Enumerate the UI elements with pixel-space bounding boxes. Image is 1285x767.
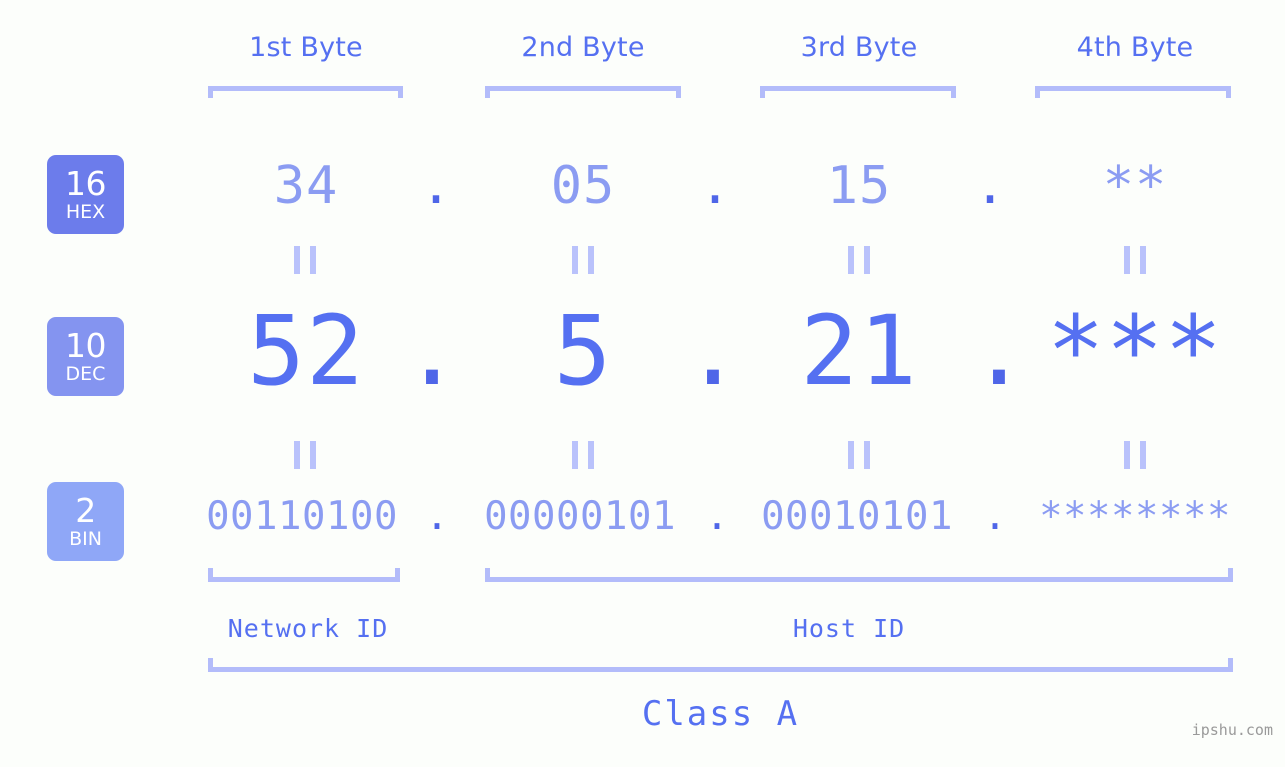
network-id-label: Network ID bbox=[227, 614, 389, 643]
bin-byte-2: 00000101 bbox=[484, 494, 676, 539]
base-badge-bin-name: BIN bbox=[69, 528, 102, 550]
equals-connector-dec-bin-1 bbox=[294, 441, 316, 469]
watermark: ipshu.com bbox=[1191, 721, 1273, 739]
base-badge-dec-number: 10 bbox=[65, 326, 107, 365]
dec-separator-2: . bbox=[684, 295, 742, 407]
dec-byte-4: *** bbox=[1046, 295, 1224, 407]
dec-separator-3: . bbox=[970, 295, 1028, 407]
base-badge-bin-number: 2 bbox=[75, 491, 96, 530]
equals-connector-hex-dec-2 bbox=[572, 246, 594, 274]
bin-byte-3: 00010101 bbox=[761, 494, 953, 539]
equals-connector-hex-dec-4 bbox=[1124, 246, 1146, 274]
base-badge-bin: 2 BIN bbox=[47, 482, 124, 561]
ip-address-diagram: 1st Byte 2nd Byte 3rd Byte 4th Byte 16 H… bbox=[0, 0, 1285, 767]
base-badge-hex-name: HEX bbox=[65, 201, 106, 223]
byte-header-1: 1st Byte bbox=[249, 32, 363, 63]
host-id-label: Host ID bbox=[792, 614, 906, 643]
equals-connector-hex-dec-3 bbox=[848, 246, 870, 274]
byte-header-2: 2nd Byte bbox=[521, 32, 645, 63]
dec-separator-1: . bbox=[403, 295, 461, 407]
dec-byte-1: 52 bbox=[247, 295, 365, 407]
network-id-bracket bbox=[208, 568, 400, 582]
byte-header-3: 3rd Byte bbox=[800, 32, 918, 63]
base-badge-hex: 16 HEX bbox=[47, 155, 124, 234]
hex-byte-1: 34 bbox=[273, 156, 339, 216]
hex-byte-3: 15 bbox=[826, 156, 892, 216]
equals-connector-hex-dec-1 bbox=[294, 246, 316, 274]
dec-byte-3: 21 bbox=[800, 295, 918, 407]
host-id-bracket bbox=[485, 568, 1233, 582]
base-badge-dec-name: DEC bbox=[65, 363, 106, 385]
bin-separator-2: . bbox=[705, 494, 729, 539]
hex-separator-1: . bbox=[420, 156, 452, 216]
hex-separator-3: . bbox=[974, 156, 1006, 216]
bin-separator-1: . bbox=[425, 494, 449, 539]
byte-bracket-top-4 bbox=[1035, 86, 1231, 98]
byte-bracket-top-2 bbox=[485, 86, 681, 98]
equals-connector-dec-bin-2 bbox=[572, 441, 594, 469]
equals-connector-dec-bin-4 bbox=[1124, 441, 1146, 469]
dec-byte-2: 5 bbox=[553, 295, 613, 407]
byte-bracket-top-1 bbox=[208, 86, 403, 98]
hex-separator-2: . bbox=[699, 156, 731, 216]
bin-separator-3: . bbox=[983, 494, 1007, 539]
base-badge-dec: 10 DEC bbox=[47, 317, 124, 396]
byte-header-4: 4th Byte bbox=[1076, 32, 1194, 63]
hex-byte-4: ** bbox=[1102, 156, 1168, 216]
class-label: Class A bbox=[641, 694, 800, 734]
class-bracket bbox=[208, 658, 1233, 672]
byte-bracket-top-3 bbox=[760, 86, 956, 98]
bin-byte-4: ******** bbox=[1039, 494, 1231, 539]
hex-byte-2: 05 bbox=[550, 156, 616, 216]
base-badge-hex-number: 16 bbox=[65, 164, 107, 203]
equals-connector-dec-bin-3 bbox=[848, 441, 870, 469]
bin-byte-1: 00110100 bbox=[206, 494, 398, 539]
